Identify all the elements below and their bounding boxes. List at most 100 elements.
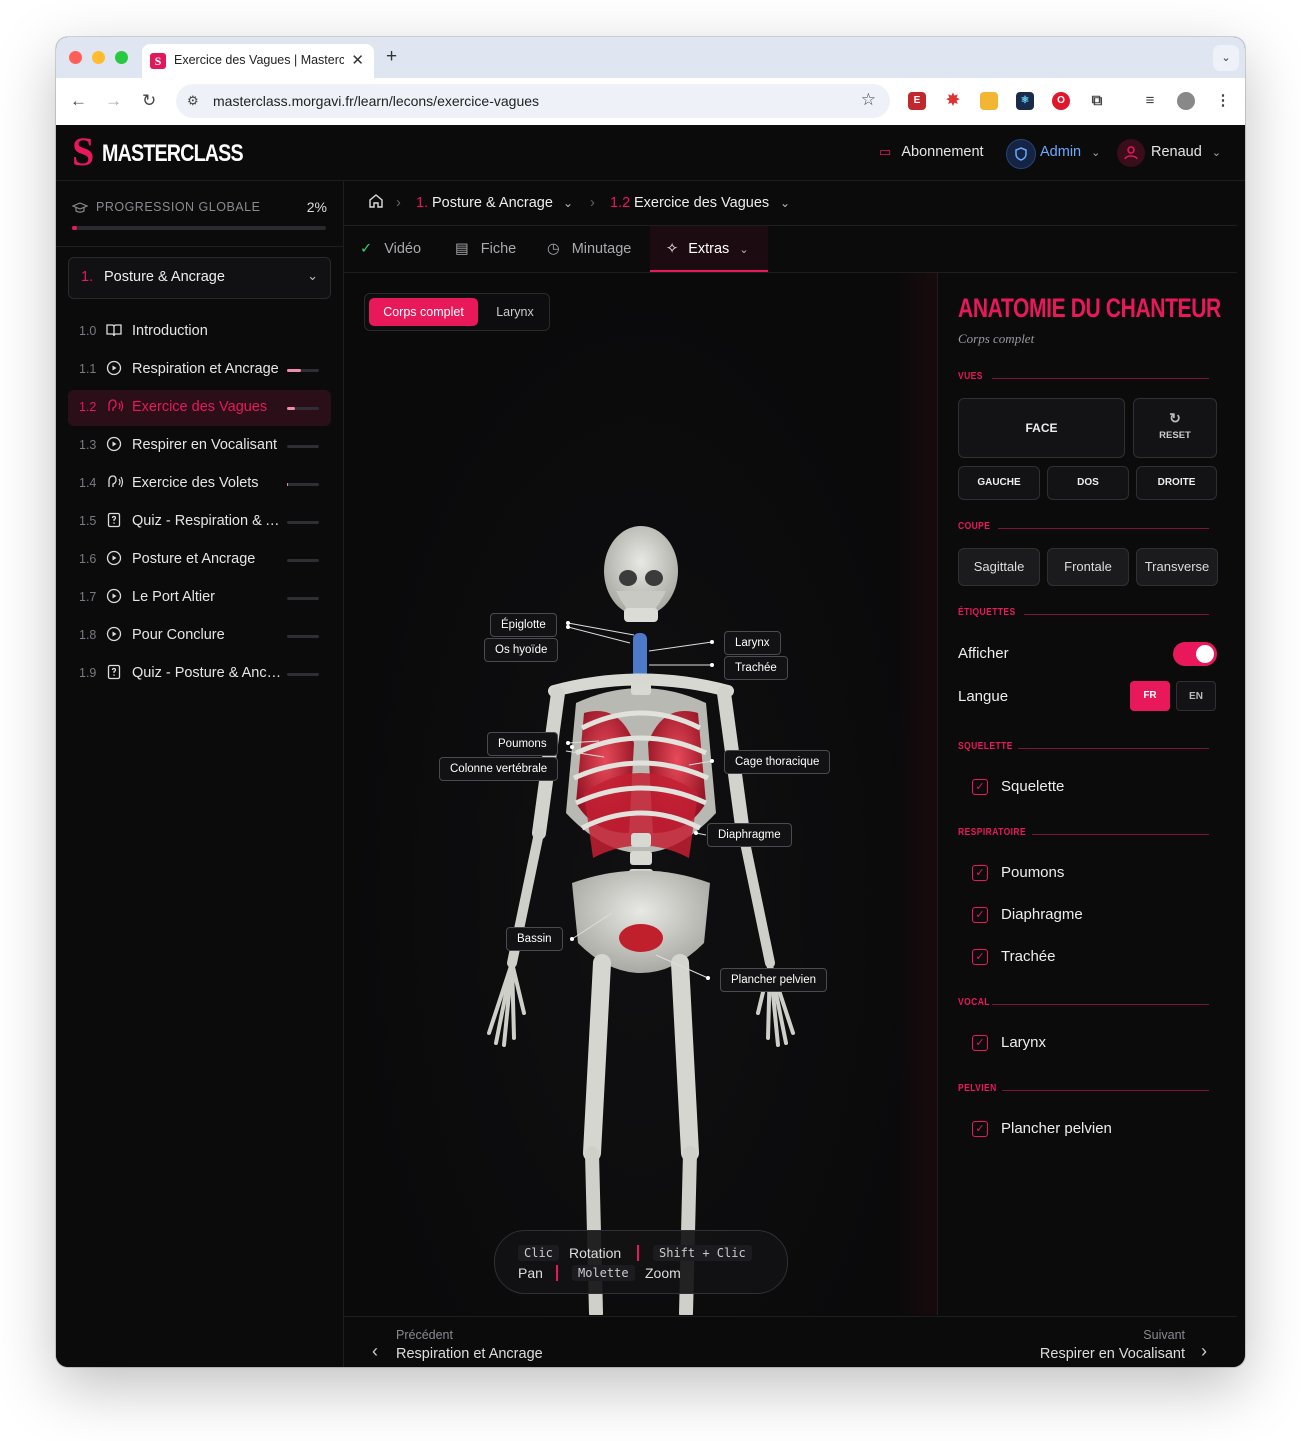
close-window-button[interactable] <box>69 51 82 64</box>
logo-mark[interactable]: S <box>72 132 94 172</box>
lesson-item[interactable]: 1.5 Quiz - Respiration & Ancrage <box>68 504 331 540</box>
view-droite-button[interactable]: DROITE <box>1136 466 1217 500</box>
larynx-checkbox[interactable]: ✓ <box>972 1035 988 1051</box>
squelette-checkbox[interactable]: ✓ <box>972 779 988 795</box>
lesson-item[interactable]: 1.6 Posture et Ancrage <box>68 542 331 578</box>
cut-frontale-button[interactable]: Frontale <box>1047 548 1129 586</box>
bookmark-star-icon[interactable]: ☆ <box>861 90 876 110</box>
chevron-down-icon[interactable]: ⌄ <box>563 196 573 210</box>
lesson-item[interactable]: 1.0 Introduction <box>68 314 331 350</box>
lesson-item[interactable]: 1.3 Respirer en Vocalisant <box>68 428 331 464</box>
tab-search-button[interactable]: ⌄ <box>1213 45 1239 71</box>
lesson-tabs: ✓ Vidéo ▤ Fiche ◷ Minutage ✧ Extras ⌄ <box>344 226 1237 273</box>
tab-extras[interactable]: ✧ Extras ⌄ <box>650 226 768 272</box>
lang-en-button[interactable]: EN <box>1176 681 1216 711</box>
label-os-hyoide[interactable]: Os hyoïde <box>484 638 559 662</box>
section-divider <box>1002 1090 1209 1091</box>
trachee-checkbox[interactable]: ✓ <box>972 949 988 965</box>
label-colonne-vertebrale[interactable]: Colonne vertébrale <box>439 757 559 781</box>
lesson-title: Introduction <box>132 323 208 339</box>
label-plancher-pelvien[interactable]: Plancher pelvien <box>720 968 828 992</box>
extension-icon[interactable] <box>980 92 998 110</box>
home-icon[interactable] <box>368 193 384 213</box>
breadcrumb-lesson[interactable]: Exercice des Vagues <box>634 195 769 211</box>
lesson-item[interactable]: 1.9 Quiz - Posture & Ancrage <box>68 656 331 692</box>
view-gauche-button[interactable]: GAUCHE <box>958 466 1040 500</box>
subscription-link[interactable]: ▭ Abonnement <box>879 144 984 160</box>
view-face-button[interactable]: FACE <box>958 398 1125 458</box>
show-labels-toggle[interactable] <box>1173 642 1217 666</box>
skeleton-model[interactable] <box>344 273 937 1315</box>
cut-sagittale-button[interactable]: Sagittale <box>958 548 1040 586</box>
cut-transverse-button[interactable]: Transverse <box>1136 548 1218 586</box>
view-dos-button[interactable]: DOS <box>1047 466 1129 500</box>
view-reset-button[interactable]: ↻ RESET <box>1133 398 1217 458</box>
lesson-number: 1.6 <box>79 552 97 566</box>
play-circle-icon <box>106 588 122 604</box>
profile-avatar-icon[interactable] <box>1177 92 1195 110</box>
forward-icon[interactable]: → <box>105 91 122 111</box>
chevron-down-icon: ⌄ <box>739 244 749 256</box>
lesson-title: Quiz - Respiration & Ancrage <box>132 513 282 529</box>
close-tab-icon[interactable]: ✕ <box>351 51 364 69</box>
breadcrumb-separator-icon: › <box>590 195 595 211</box>
admin-label: Admin <box>1040 144 1082 160</box>
label-epiglotte[interactable]: Épiglotte <box>490 613 557 637</box>
lesson-number: 1.7 <box>79 590 97 604</box>
label-cage-thoracique[interactable]: Cage thoracique <box>724 750 831 774</box>
plancher-label: Plancher pelvien <box>1001 1120 1112 1137</box>
main-content: › 1. Posture & Ancrage ⌄ › 1.2 Exercice … <box>344 181 1237 1367</box>
label-poumons[interactable]: Poumons <box>487 732 558 756</box>
lesson-item[interactable]: 1.8 Pour Conclure <box>68 618 331 654</box>
extension-icon[interactable]: E <box>908 92 926 110</box>
opera-extension-icon[interactable]: O <box>1052 92 1070 110</box>
tab-fiche[interactable]: ▤ Fiche <box>455 226 516 272</box>
media-queue-icon[interactable]: ≡ <box>1141 92 1159 110</box>
label-larynx[interactable]: Larynx <box>724 631 781 655</box>
previous-label: Précédent <box>396 1328 453 1342</box>
breadcrumb-module[interactable]: Posture & Ancrage <box>432 195 553 211</box>
back-icon[interactable]: ← <box>70 91 87 111</box>
new-tab-button[interactable]: + <box>386 46 397 68</box>
address-bar[interactable]: ⚙ masterclass.morgavi.fr/learn/lecons/ex… <box>176 84 890 118</box>
label-bassin[interactable]: Bassin <box>506 927 563 951</box>
anatomy-3d-viewer[interactable]: Corps complet Larynx Épiglotte Os hyoïde… <box>344 273 938 1315</box>
module-selector[interactable]: 1. Posture & Ancrage ⌄ <box>68 257 331 299</box>
browser-tab[interactable]: S Exercice des Vagues | Masterclass ✕ <box>142 44 374 78</box>
lesson-title: Posture et Ancrage <box>132 551 256 567</box>
lesson-item[interactable]: 1.1 Respiration et Ancrage <box>68 352 331 388</box>
reload-icon[interactable]: ↻ <box>142 91 156 111</box>
react-devtools-icon[interactable]: ⚛ <box>1016 92 1034 110</box>
lang-fr-button[interactable]: FR <box>1130 681 1170 711</box>
browser-menu-icon[interactable]: ⋮ <box>1214 92 1232 110</box>
extensions-puzzle-icon[interactable]: ⧉ <box>1088 92 1106 110</box>
chevron-down-icon[interactable]: ⌄ <box>780 196 790 210</box>
user-menu[interactable]: Renaud ⌄ <box>1151 144 1221 160</box>
lesson-item[interactable]: 1.7 Le Port Altier <box>68 580 331 616</box>
extension-sparkle-icon[interactable]: ✸ <box>944 92 962 110</box>
lesson-item[interactable]: 1.2 Exercice des Vagues <box>68 390 331 426</box>
user-avatar[interactable] <box>1117 139 1145 167</box>
maximize-window-button[interactable] <box>115 51 128 64</box>
section-vues: VUES <box>958 371 983 382</box>
lesson-number: 1.1 <box>79 362 97 376</box>
card-icon: ▭ <box>879 144 892 159</box>
label-diaphragme[interactable]: Diaphragme <box>707 823 792 847</box>
browser-window: S Exercice des Vagues | Masterclass ✕ + … <box>56 37 1245 1367</box>
lesson-item[interactable]: 1.4 Exercice des Volets <box>68 466 331 502</box>
lesson-title: Quiz - Posture & Ancrage <box>132 665 282 681</box>
check-icon: ✓ <box>360 241 373 257</box>
larynx-label: Larynx <box>1001 1034 1047 1051</box>
lesson-number: 1.8 <box>79 628 97 642</box>
tab-minutage[interactable]: ◷ Minutage <box>547 226 631 272</box>
poumons-checkbox[interactable]: ✓ <box>972 865 988 881</box>
logo-text[interactable]: MASTERCLASS <box>102 140 244 168</box>
label-trachee[interactable]: Trachée <box>724 656 788 680</box>
diaphragme-checkbox[interactable]: ✓ <box>972 907 988 923</box>
plancher-checkbox[interactable]: ✓ <box>972 1121 988 1137</box>
audio-wave-icon <box>106 398 124 414</box>
tab-video[interactable]: ✓ Vidéo <box>360 226 421 272</box>
minimize-window-button[interactable] <box>92 51 105 64</box>
admin-menu[interactable]: Admin ⌄ <box>1040 144 1100 160</box>
site-settings-icon[interactable]: ⚙ <box>187 93 199 109</box>
